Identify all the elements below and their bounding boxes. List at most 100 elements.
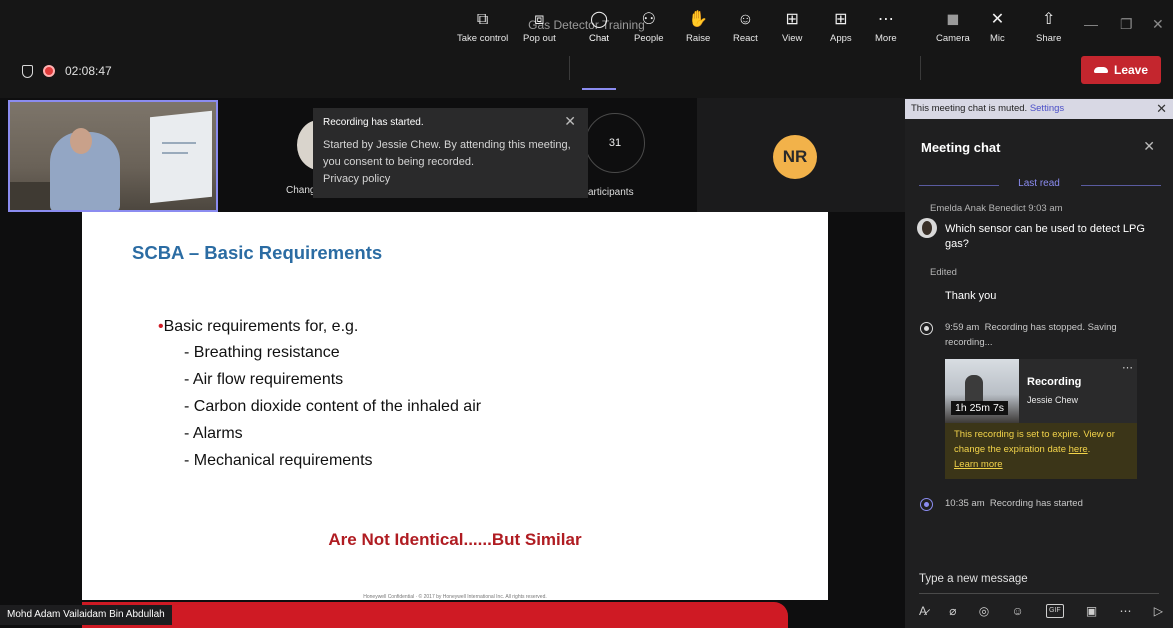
slide-bottom-bar — [82, 602, 788, 628]
share-button[interactable]: ⇧ Share — [1036, 10, 1061, 44]
emoji-icon[interactable]: ☺ — [1011, 604, 1023, 618]
recording-stopped-icon — [920, 322, 933, 335]
shield-icon — [22, 64, 33, 78]
raise-hand-button[interactable]: ✋ Raise — [686, 10, 710, 44]
chat-message[interactable]: Which sensor can be used to detect LPG g… — [945, 222, 1145, 252]
camera-off-icon: ◼ — [946, 11, 960, 28]
whiteboard-text — [162, 142, 196, 144]
sticker-icon[interactable]: ▣ — [1086, 604, 1097, 618]
chat-muted-banner: This meeting chat is muted. Settings ✕ — [905, 99, 1173, 119]
leave-button[interactable]: Leave — [1081, 56, 1161, 84]
gif-icon[interactable]: GIF — [1046, 604, 1064, 618]
presenter-name-tag: Mohd Adam Vailaidam Bin Abdullah — [0, 605, 172, 625]
apps-button[interactable]: ⊞ Apps — [830, 10, 852, 44]
chat-title: Meeting chat — [921, 140, 1001, 155]
people-icon: ⚇ — [641, 11, 656, 28]
recording-dot-icon — [43, 65, 55, 77]
expiry-here-link[interactable]: here — [1069, 444, 1088, 455]
slide-title: SCBA – Basic Requirements — [132, 242, 383, 263]
system-message: 9:59 am Recording has stopped. Saving re… — [945, 322, 1117, 348]
format-icon[interactable]: A̷ — [919, 604, 927, 618]
avatar[interactable] — [917, 218, 937, 238]
slide-emphasis: Are Not Identical......But Similar — [328, 530, 582, 549]
shared-slide: 3 SCBA – Basic Requirements •Basic requi… — [82, 212, 828, 600]
people-button[interactable]: ⚇ People — [634, 10, 664, 44]
close-chat-icon[interactable]: ✕ — [1143, 138, 1155, 155]
toolbar-divider — [920, 56, 921, 80]
more-icon[interactable]: ⋯ — [1120, 604, 1132, 618]
loop-icon[interactable]: ◎ — [979, 604, 989, 618]
react-button[interactable]: ☺ React — [733, 10, 758, 44]
view-icon: ⊞ — [785, 11, 799, 28]
chat-icon: ◯ — [590, 11, 608, 28]
system-message: 10:35 am Recording has started — [945, 498, 1083, 509]
compose-underline — [919, 593, 1159, 594]
more-button[interactable]: ⋯ More — [875, 10, 897, 44]
meeting-timer: 02:08:47 — [65, 64, 112, 78]
slide-subitem: - Mechanical requirements — [184, 452, 373, 469]
raise-hand-icon: ✋ — [688, 11, 709, 28]
close-window-icon[interactable]: ✕ — [1152, 16, 1164, 33]
slide-page-number: 3 — [796, 230, 800, 236]
presenter-video[interactable] — [8, 100, 218, 212]
more-icon[interactable]: ⋯ — [1122, 361, 1133, 374]
participant-name: Chang — [286, 185, 316, 196]
chat-tab-indicator — [582, 88, 616, 90]
recording-card[interactable]: 1h 25m 7s Recording Jessie Chew ⋯ — [945, 359, 1137, 423]
chat-button[interactable]: ◯ Chat — [589, 10, 609, 44]
recording-started-icon — [920, 498, 933, 511]
whiteboard-text — [162, 152, 188, 154]
slide-bullet: •Basic requirements for, e.g. — [158, 318, 359, 335]
whiteboard — [150, 110, 212, 204]
message-input[interactable]: Type a new message — [919, 573, 1159, 585]
pop-out-icon: ⧈ — [534, 11, 545, 28]
close-icon[interactable]: ✕ — [1156, 99, 1167, 119]
chat-message[interactable]: Thank you — [945, 290, 996, 302]
send-icon[interactable]: ▷ — [1154, 604, 1163, 618]
more-icon: ⋯ — [877, 11, 894, 28]
react-icon: ☺ — [737, 11, 754, 28]
privacy-policy-link[interactable]: Privacy policy — [323, 173, 390, 185]
recording-duration: 1h 25m 7s — [951, 401, 1009, 415]
notice-title: Recording has started. — [323, 117, 424, 128]
participants-count[interactable]: 31 — [585, 113, 645, 173]
notice-text: Started by Jessie Chew. By attending thi… — [323, 139, 571, 168]
phone-hangup-icon — [1093, 67, 1108, 73]
participants-label: articipants — [588, 187, 634, 198]
take-control-button[interactable]: ⧉ Take control — [457, 10, 508, 44]
mic-off-icon: ✕ — [990, 11, 1005, 28]
camera-button[interactable]: ◼ Camera — [936, 10, 970, 44]
last-read-label: Last read — [1018, 178, 1060, 189]
mic-button[interactable]: ✕ Mic — [990, 10, 1005, 44]
meeting-chat-panel: This meeting chat is muted. Settings ✕ M… — [905, 98, 1173, 628]
minimize-icon[interactable]: — — [1084, 16, 1098, 32]
compose-toolbar: A̷ ⌀ ◎ ☺ GIF ▣ ⋯ ▷ — [919, 604, 1163, 618]
recording-owner: Jessie Chew — [1027, 395, 1079, 405]
slide-subitem: - Alarms — [184, 425, 243, 442]
slide-footer: Honeywell Confidential · © 2017 by Honey… — [363, 594, 547, 600]
avatar: NR — [773, 135, 817, 179]
toolbar-divider — [569, 56, 570, 80]
recording-notice: Recording has started. Started by Jessie… — [313, 108, 588, 198]
edited-label: Edited — [930, 267, 957, 278]
share-icon: ⇧ — [1041, 11, 1056, 28]
notice-body: Started by Jessie Chew. By attending thi… — [323, 137, 578, 188]
take-control-icon: ⧉ — [476, 11, 489, 28]
presenter-head — [70, 128, 92, 154]
slide-subitem: - Air flow requirements — [184, 371, 344, 388]
attach-icon[interactable]: ⌀ — [949, 604, 956, 618]
last-read-divider — [1081, 185, 1161, 186]
recording-title: Recording — [1027, 376, 1082, 388]
pop-out-button[interactable]: ⧈ Pop out — [523, 10, 556, 44]
message-meta: Emelda Anak Benedict 9:03 am — [930, 203, 1063, 214]
apps-icon: ⊞ — [834, 11, 848, 28]
learn-more-link[interactable]: Learn more — [954, 459, 1003, 470]
recording-status: 02:08:47 — [22, 64, 112, 78]
close-icon[interactable]: ✕ — [564, 113, 576, 130]
recording-expiry-warning: This recording is set to expire. View or… — [945, 423, 1137, 479]
slide-subitem: - Carbon dioxide content of the inhaled … — [184, 398, 482, 415]
maximize-icon[interactable]: ❐ — [1120, 16, 1133, 33]
slide-subitem: - Breathing resistance — [184, 344, 340, 361]
settings-link[interactable]: Settings — [1030, 103, 1064, 114]
view-button[interactable]: ⊞ View — [782, 10, 802, 44]
